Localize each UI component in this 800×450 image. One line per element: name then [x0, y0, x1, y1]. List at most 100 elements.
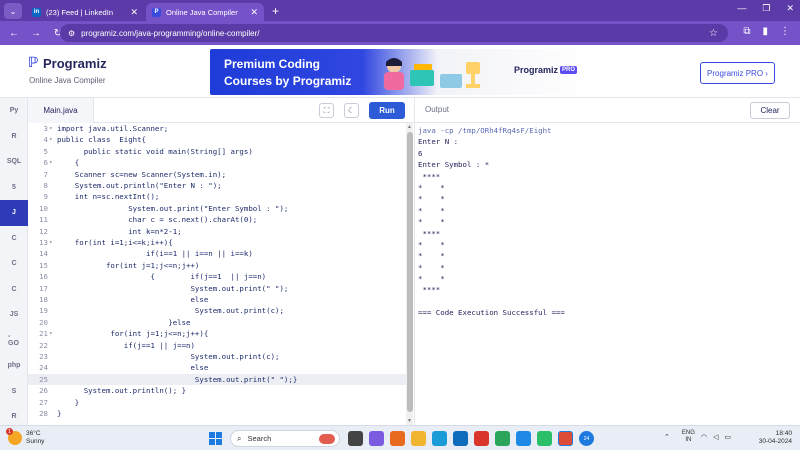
code-line[interactable]: 8 System.out.println("Enter N : "); — [28, 180, 406, 191]
tab-linkedin[interactable]: in (23) Feed | LinkedIn ✕ — [26, 3, 144, 21]
code-line[interactable]: 26 System.out.println(); } — [28, 385, 406, 396]
url-field[interactable]: ⚙ programiz.com/java-programming/online-… — [60, 24, 728, 42]
close-icon[interactable]: ✕ — [250, 7, 258, 18]
editor-scrollbar[interactable]: ▲ ▼ — [406, 123, 413, 425]
code-line[interactable]: 14 if(i==1 || i==n || i==k) — [28, 248, 406, 259]
firefox-icon[interactable] — [390, 431, 405, 446]
output-line: 6 — [418, 148, 423, 158]
meet-icon[interactable] — [369, 431, 384, 446]
chevron-up-icon[interactable]: ⌃ — [664, 433, 670, 441]
sidebar-item-html[interactable]: 5 — [0, 175, 28, 201]
code-line[interactable]: 3 ▾ import java.util.Scanner; — [28, 123, 406, 134]
promo-banner[interactable]: Premium Coding Courses by Programiz Prog… — [210, 49, 590, 95]
back-icon[interactable]: ← — [6, 28, 22, 39]
menu-icon[interactable]: ⋮ — [780, 26, 790, 37]
sidebar-item-javascript[interactable]: JS — [0, 302, 28, 328]
fold-icon[interactable]: ▾ — [49, 134, 55, 145]
programiz-pro-button[interactable]: Programiz PRO › — [700, 62, 775, 84]
spotify-icon[interactable] — [537, 431, 552, 446]
restore-icon[interactable]: ❐ — [762, 3, 770, 14]
windows-start-icon[interactable] — [209, 432, 222, 445]
office-icon[interactable] — [474, 431, 489, 446]
code-line[interactable]: 12 int k=n*2-1; — [28, 226, 406, 237]
sidebar-item-java[interactable]: J — [0, 200, 28, 226]
code-line[interactable]: 9 int n=sc.nextInt(); — [28, 191, 406, 202]
code-line[interactable]: 21 ▾ for(int j=1;j<=n;j++){ — [28, 328, 406, 339]
fold-icon[interactable]: ▾ — [49, 123, 55, 134]
edge-icon[interactable] — [432, 431, 447, 446]
file-tab-main-java[interactable]: Main.java — [28, 98, 94, 123]
new-tab-button[interactable]: + — [272, 4, 279, 18]
sidebar-item-go[interactable]: -GO — [0, 328, 28, 354]
code-line[interactable]: 6 ▾ { — [28, 157, 406, 168]
taskbar-search[interactable]: ⌕ Search — [230, 430, 340, 447]
clear-button[interactable]: Clear — [750, 102, 790, 119]
code-line[interactable]: 28} — [28, 408, 406, 419]
line-number: 16 — [39, 272, 48, 282]
fullscreen-icon[interactable]: ⛶ — [319, 103, 334, 118]
weather-widget[interactable]: 1 36°C Sunny — [6, 428, 44, 446]
code-line[interactable]: 27 } — [28, 397, 406, 408]
calculator-icon[interactable] — [516, 431, 531, 446]
store-icon[interactable] — [453, 431, 468, 446]
code-line[interactable]: 10 System.out.print("Enter Symbol : "); — [28, 203, 406, 214]
code-line[interactable]: 4 ▾ public class Eight{ — [28, 134, 406, 145]
programiz-logo[interactable]: ℙ Programiz — [28, 55, 107, 71]
output-line: **** — [418, 285, 441, 295]
sidebar-item-python[interactable]: Py — [0, 98, 28, 124]
whatsapp-icon[interactable] — [495, 431, 510, 446]
line-number: 28 — [39, 409, 48, 418]
scroll-thumb[interactable] — [406, 132, 413, 412]
code-line[interactable]: 18 else — [28, 294, 406, 305]
code-line[interactable]: 13 ▾ for(int i=1;i<=k;i++){ — [28, 237, 406, 248]
code-line[interactable]: 19 System.out.print(c); — [28, 305, 406, 316]
input-language[interactable]: ENG IN — [682, 430, 695, 444]
tab-search-button[interactable]: ⌄ — [4, 3, 22, 19]
scroll-up-icon[interactable]: ▲ — [407, 124, 412, 130]
profile-icon[interactable]: ▮ — [762, 26, 768, 37]
sidebar-item-c[interactable]: C — [0, 226, 28, 252]
fold-icon[interactable]: ▾ — [49, 328, 55, 339]
volume-icon[interactable]: ◁ — [713, 433, 718, 441]
code-line[interactable]: 7 Scanner sc=new Scanner(System.in); — [28, 169, 406, 180]
sidebar-item-swift[interactable]: S — [0, 379, 28, 405]
code-line[interactable]: 25 System.out.print(" ");} — [28, 373, 406, 386]
run-button[interactable]: Run — [369, 102, 405, 119]
code-line[interactable]: 20 }else — [28, 317, 406, 328]
code-line[interactable]: 15 for(int j=1;j<=n;j++) — [28, 260, 406, 271]
bookmark-star-icon[interactable]: ☆ — [709, 28, 718, 39]
wifi-icon[interactable]: ◠ — [701, 433, 707, 441]
code-editor[interactable]: 3 ▾ import java.util.Scanner; 4 ▾ public clas… — [28, 123, 406, 425]
taskbar-clock[interactable]: 18:40 30-04-2024 — [752, 430, 792, 446]
tab-online-java-compiler[interactable]: P Online Java Compiler ✕ — [146, 3, 264, 21]
code-text: } — [57, 409, 62, 418]
scroll-down-icon[interactable]: ▼ — [407, 418, 412, 424]
code-line[interactable]: 24 else — [28, 362, 406, 373]
minimize-icon[interactable]: — — [737, 3, 746, 14]
notification-badge[interactable]: 24 — [579, 431, 594, 446]
close-window-icon[interactable]: ✕ — [786, 3, 794, 14]
code-line[interactable]: 11 char c = sc.next().charAt(0); — [28, 214, 406, 225]
code-line[interactable]: 16 { if(j==1 || j==n) — [28, 271, 406, 282]
fold-icon[interactable]: ▾ — [49, 157, 55, 168]
chrome-icon[interactable] — [558, 431, 573, 446]
forward-icon[interactable]: → — [28, 28, 44, 39]
close-icon[interactable]: ✕ — [130, 7, 138, 18]
code-line[interactable]: 17 System.out.print(" "); — [28, 283, 406, 294]
task-view-icon[interactable] — [348, 431, 363, 446]
code-line[interactable]: 5 public static void main(String[] args) — [28, 146, 406, 157]
theme-toggle-icon[interactable]: ☾ — [344, 103, 359, 118]
sidebar-item-csharp[interactable]: C — [0, 277, 28, 303]
sidebar-item-php[interactable]: php — [0, 353, 28, 379]
extensions-icon[interactable]: ⧉ — [743, 26, 750, 37]
site-info-icon[interactable]: ⚙ — [68, 29, 75, 38]
code-line[interactable]: 22 if(j==1 || j==n) — [28, 340, 406, 351]
sidebar-item-cpp[interactable]: C — [0, 251, 28, 277]
sidebar-item-r[interactable]: R — [0, 124, 28, 150]
battery-icon[interactable]: ▭ — [724, 433, 731, 441]
fold-icon[interactable]: ▾ — [49, 237, 55, 248]
file-explorer-icon[interactable] — [411, 431, 426, 446]
code-line[interactable]: 23 System.out.print(c); — [28, 351, 406, 362]
sidebar-item-sql[interactable]: SQL — [0, 149, 28, 175]
